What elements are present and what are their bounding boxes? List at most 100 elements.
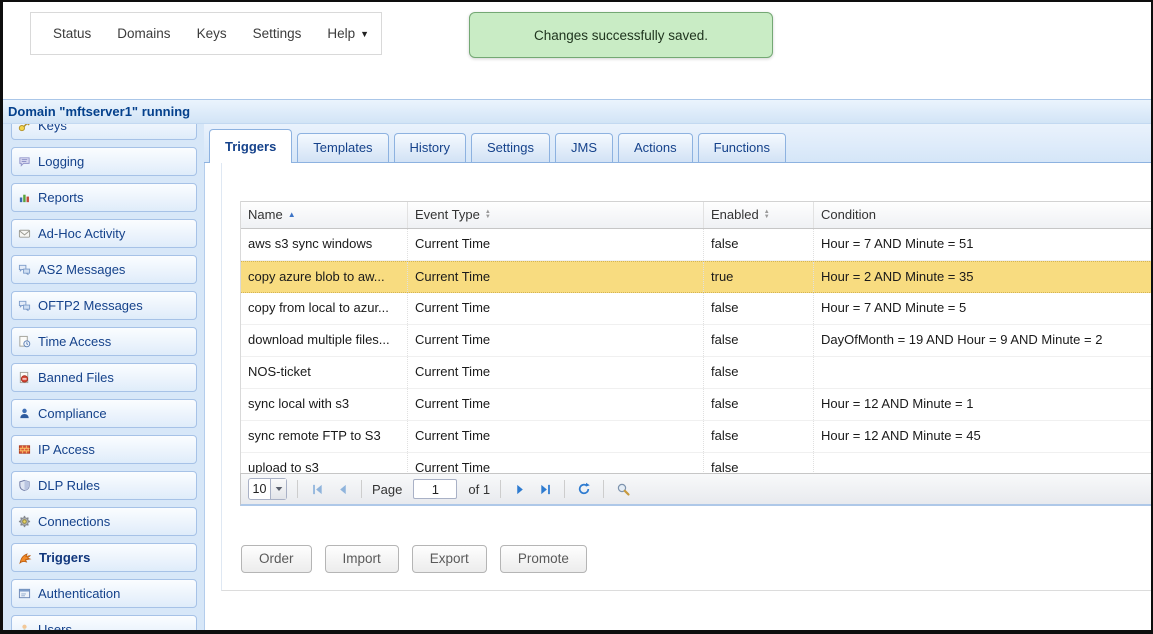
page-size-select[interactable]: 10 bbox=[248, 478, 287, 500]
sidebar-item-reports[interactable]: Reports bbox=[11, 183, 197, 212]
key-icon bbox=[18, 124, 31, 132]
menu-status[interactable]: Status bbox=[53, 26, 91, 41]
column-header-condition[interactable]: Condition bbox=[814, 202, 1153, 228]
sidebar-item-triggers[interactable]: Triggers bbox=[11, 543, 197, 572]
auth-window-icon bbox=[18, 587, 31, 600]
menu-help[interactable]: Help ▼ bbox=[327, 26, 369, 41]
toolbar-separator bbox=[564, 480, 565, 498]
toast-message: Changes successfully saved. bbox=[534, 28, 708, 43]
page-label: Page bbox=[372, 482, 402, 497]
sidebar-item-as2-messages[interactable]: AS2 Messages bbox=[11, 255, 197, 284]
cell-enabled: false bbox=[704, 357, 814, 388]
person-icon bbox=[18, 407, 31, 420]
toolbar-separator bbox=[500, 480, 501, 498]
cell-enabled: false bbox=[704, 325, 814, 356]
page-number-input[interactable] bbox=[413, 479, 457, 499]
import-button[interactable]: Import bbox=[325, 545, 399, 573]
banned-file-icon bbox=[18, 371, 31, 384]
speech-bubble-icon bbox=[18, 155, 31, 168]
user-icon bbox=[18, 623, 31, 630]
sort-both-icon: ▲▼ bbox=[764, 210, 770, 220]
sidebar-item-ip-access[interactable]: IP Access bbox=[11, 435, 197, 464]
cell-condition: Hour = 12 AND Minute = 1 bbox=[814, 389, 1153, 420]
prev-page-button[interactable] bbox=[333, 480, 351, 498]
tab-jms[interactable]: JMS bbox=[555, 133, 613, 162]
domain-status-bar: Domain "mftserver1" running bbox=[3, 99, 1151, 124]
column-header-enabled[interactable]: Enabled ▲▼ bbox=[704, 202, 814, 228]
sidebar-item-compliance[interactable]: Compliance bbox=[11, 399, 197, 428]
table-row[interactable]: aws s3 sync windows Current Time false H… bbox=[241, 229, 1153, 261]
sidebar-item-oftp2-messages[interactable]: OFTP2 Messages bbox=[11, 291, 197, 320]
sidebar-item-time-access[interactable]: Time Access bbox=[11, 327, 197, 356]
tab-strip: Triggers Templates History Settings JMS … bbox=[204, 124, 1151, 163]
cell-condition: DayOfMonth = 19 AND Hour = 9 AND Minute … bbox=[814, 325, 1153, 356]
cell-enabled: false bbox=[704, 229, 814, 260]
cell-name: sync remote FTP to S3 bbox=[241, 421, 408, 452]
tab-templates[interactable]: Templates bbox=[297, 133, 388, 162]
chat-bubbles-icon bbox=[18, 263, 31, 276]
cell-event-type: Current Time bbox=[408, 325, 704, 356]
refresh-icon bbox=[577, 482, 591, 496]
refresh-button[interactable] bbox=[575, 480, 593, 498]
sidebar-item-adhoc-activity[interactable]: Ad-Hoc Activity bbox=[11, 219, 197, 248]
next-page-icon bbox=[514, 483, 527, 496]
prev-page-icon bbox=[336, 483, 349, 496]
menu-keys[interactable]: Keys bbox=[197, 26, 227, 41]
sidebar-item-banned-files[interactable]: Banned Files bbox=[11, 363, 197, 392]
cell-condition: Hour = 7 AND Minute = 5 bbox=[814, 293, 1153, 324]
toolbar-separator bbox=[297, 480, 298, 498]
envelope-icon bbox=[18, 227, 31, 240]
cell-enabled: false bbox=[704, 421, 814, 452]
clock-document-icon bbox=[18, 335, 31, 348]
cell-name: NOS-ticket bbox=[241, 357, 408, 388]
cell-name: aws s3 sync windows bbox=[241, 229, 408, 260]
table-row[interactable]: NOS-ticket Current Time false bbox=[241, 357, 1153, 389]
sidebar-item-connections[interactable]: Connections bbox=[11, 507, 197, 536]
cell-name: copy azure blob to aw... bbox=[241, 262, 408, 292]
sidebar-item-authentication[interactable]: Authentication bbox=[11, 579, 197, 608]
success-toast: Changes successfully saved. bbox=[469, 12, 773, 58]
cell-name: sync local with s3 bbox=[241, 389, 408, 420]
cell-enabled: true bbox=[704, 262, 814, 292]
tab-triggers[interactable]: Triggers bbox=[209, 129, 292, 163]
table-row[interactable]: download multiple files... Current Time … bbox=[241, 325, 1153, 357]
next-page-button[interactable] bbox=[511, 480, 529, 498]
column-header-event-type[interactable]: Event Type ▲▼ bbox=[408, 202, 704, 228]
export-button[interactable]: Export bbox=[412, 545, 487, 573]
table-row-selected[interactable]: copy azure blob to aw... Current Time tr… bbox=[241, 261, 1153, 293]
sidebar-item-users[interactable]: Users bbox=[11, 615, 197, 630]
menu-settings[interactable]: Settings bbox=[253, 26, 302, 41]
cell-event-type: Current Time bbox=[408, 421, 704, 452]
action-buttons: Order Import Export Promote bbox=[241, 545, 587, 573]
cell-event-type: Current Time bbox=[408, 262, 704, 292]
shield-icon bbox=[18, 479, 31, 492]
sidebar-item-dlp-rules[interactable]: DLP Rules bbox=[11, 471, 197, 500]
chat-bubbles-icon bbox=[18, 299, 31, 312]
menu-domains[interactable]: Domains bbox=[117, 26, 170, 41]
table-row[interactable]: sync remote FTP to S3 Current Time false… bbox=[241, 421, 1153, 453]
cell-condition: Hour = 2 AND Minute = 35 bbox=[814, 262, 1153, 292]
tab-settings[interactable]: Settings bbox=[471, 133, 550, 162]
first-page-button[interactable] bbox=[308, 480, 326, 498]
cell-condition: Hour = 12 AND Minute = 45 bbox=[814, 421, 1153, 452]
sidebar-item-keys[interactable]: Keys bbox=[11, 124, 197, 140]
tab-history[interactable]: History bbox=[394, 133, 466, 162]
last-page-button[interactable] bbox=[536, 480, 554, 498]
search-button[interactable] bbox=[614, 480, 632, 498]
table-row[interactable]: sync local with s3 Current Time false Ho… bbox=[241, 389, 1153, 421]
cell-event-type: Current Time bbox=[408, 293, 704, 324]
column-header-name[interactable]: Name ▲ bbox=[241, 202, 408, 228]
tab-actions[interactable]: Actions bbox=[618, 133, 693, 162]
cell-event-type: Current Time bbox=[408, 389, 704, 420]
sidebar-item-logging[interactable]: Logging bbox=[11, 147, 197, 176]
sidebar: Keys Logging Reports Ad-Hoc Activity AS2… bbox=[3, 124, 205, 630]
promote-button[interactable]: Promote bbox=[500, 545, 587, 573]
search-icon bbox=[616, 482, 631, 497]
order-button[interactable]: Order bbox=[241, 545, 312, 573]
page-count-label: of 1 bbox=[468, 482, 490, 497]
chevron-down-icon bbox=[270, 479, 286, 499]
table-row[interactable]: copy from local to azur... Current Time … bbox=[241, 293, 1153, 325]
tab-functions[interactable]: Functions bbox=[698, 133, 786, 162]
bar-chart-icon bbox=[18, 191, 31, 204]
sort-both-icon: ▲▼ bbox=[485, 210, 491, 220]
